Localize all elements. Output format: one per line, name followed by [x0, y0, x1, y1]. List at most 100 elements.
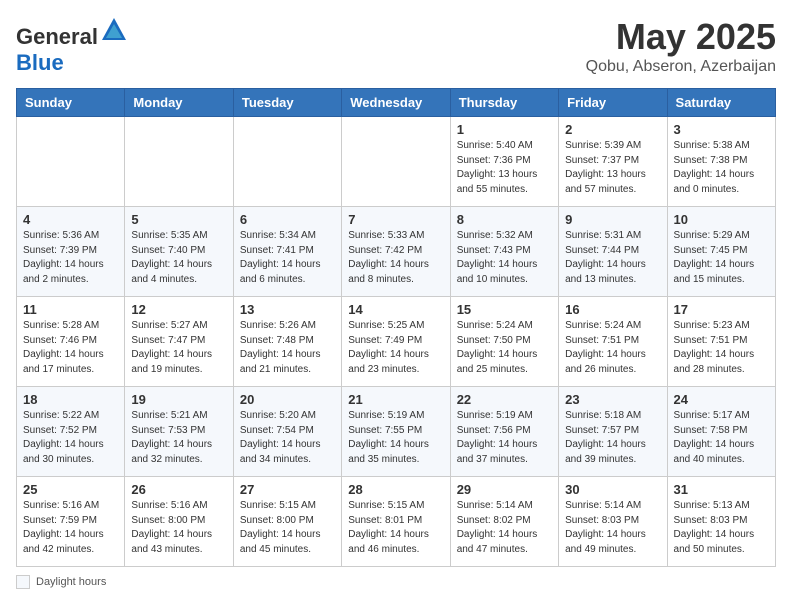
day-cell: 8Sunrise: 5:32 AM Sunset: 7:43 PM Daylig…: [450, 207, 558, 297]
day-cell: 4 Sunrise: 5:36 AM Sunset: 7:39 PM Daylig…: [17, 207, 125, 297]
day-cell: 21 Sunrise: 5:19 AM Sunset: 7:55 PM Dayli…: [342, 387, 450, 477]
day-number: 25: [23, 482, 118, 497]
header-cell-tuesday: Tuesday: [233, 89, 341, 117]
day-cell: [125, 117, 233, 207]
week-row-2: 4 Sunrise: 5:36 AM Sunset: 7:39 PM Daylig…: [17, 207, 776, 297]
day-cell: 7Sunrise: 5:33 AM Sunset: 7:42 PM Daylig…: [342, 207, 450, 297]
week-row-4: 18 Sunrise: 5:22 AM Sunset: 7:52 PM Dayli…: [17, 387, 776, 477]
day-info: Sunrise: 5:16 AM Sunset: 8:00 PM Dayligh…: [131, 499, 226, 557]
day-cell: 5 Sunrise: 5:35 AM Sunset: 7:40 PM Daylig…: [125, 207, 233, 297]
day-number: 11: [23, 302, 118, 317]
day-info: Sunrise: 5:24 AM Sunset: 7:51 PM Dayligh…: [565, 319, 660, 377]
day-number: 24: [674, 392, 769, 407]
day-info: Sunrise: 5:29 AM Sunset: 7:45 PM Dayligh…: [674, 229, 769, 287]
day-info: Sunrise: 5:17 AM Sunset: 7:58 PM Dayligh…: [674, 409, 769, 467]
day-number: 23: [565, 392, 660, 407]
day-number: 6: [240, 212, 335, 227]
day-cell: 13 Sunrise: 5:26 AM Sunset: 7:48 PM Dayli…: [233, 297, 341, 387]
day-number: 21: [348, 392, 443, 407]
day-number: 15: [457, 302, 552, 317]
day-cell: 25 Sunrise: 5:16 AM Sunset: 7:59 PM Dayli…: [17, 477, 125, 567]
day-number: 18: [23, 392, 118, 407]
day-number: 22: [457, 392, 552, 407]
day-info: Sunrise: 5:14 AM Sunset: 8:03 PM Dayligh…: [565, 499, 660, 557]
header-cell-monday: Monday: [125, 89, 233, 117]
footer-note-label: Daylight hours: [36, 576, 106, 588]
week-row-3: 11 Sunrise: 5:28 AM Sunset: 7:46 PM Dayli…: [17, 297, 776, 387]
week-row-5: 25 Sunrise: 5:16 AM Sunset: 7:59 PM Dayli…: [17, 477, 776, 567]
day-cell: 15 Sunrise: 5:24 AM Sunset: 7:50 PM Dayli…: [450, 297, 558, 387]
day-number: 16: [565, 302, 660, 317]
day-cell: 22 Sunrise: 5:19 AM Sunset: 7:56 PM Dayli…: [450, 387, 558, 477]
header-cell-sunday: Sunday: [17, 89, 125, 117]
day-info: Sunrise: 5:28 AM Sunset: 7:46 PM Dayligh…: [23, 319, 118, 377]
day-info: Sunrise: 5:15 AM Sunset: 8:01 PM Dayligh…: [348, 499, 443, 557]
day-info: Sunrise: 5:26 AM Sunset: 7:48 PM Dayligh…: [240, 319, 335, 377]
location-title: Qobu, Abseron, Azerbaijan: [586, 58, 776, 76]
day-cell: 27 Sunrise: 5:15 AM Sunset: 8:00 PM Dayli…: [233, 477, 341, 567]
day-info: Sunrise: 5:25 AM Sunset: 7:49 PM Dayligh…: [348, 319, 443, 377]
header-cell-friday: Friday: [559, 89, 667, 117]
day-number: 27: [240, 482, 335, 497]
logo-general: General: [16, 24, 98, 49]
day-info: Sunrise: 5:23 AM Sunset: 7:51 PM Dayligh…: [674, 319, 769, 377]
day-cell: 1 Sunrise: 5:40 AM Sunset: 7:36 PM Daylig…: [450, 117, 558, 207]
day-cell: 20Sunrise: 5:20 AM Sunset: 7:54 PM Dayli…: [233, 387, 341, 477]
day-cell: 24 Sunrise: 5:17 AM Sunset: 7:58 PM Dayli…: [667, 387, 775, 477]
day-cell: 19 Sunrise: 5:21 AM Sunset: 7:53 PM Dayli…: [125, 387, 233, 477]
day-number: 26: [131, 482, 226, 497]
day-info: Sunrise: 5:15 AM Sunset: 8:00 PM Dayligh…: [240, 499, 335, 557]
title-area: May 2025 Qobu, Abseron, Azerbaijan: [586, 16, 776, 76]
day-info: Sunrise: 5:21 AM Sunset: 7:53 PM Dayligh…: [131, 409, 226, 467]
day-cell: 2Sunrise: 5:39 AM Sunset: 7:37 PM Daylig…: [559, 117, 667, 207]
day-number: 4: [23, 212, 118, 227]
logo: General Blue: [16, 16, 128, 76]
day-info: Sunrise: 5:40 AM Sunset: 7:36 PM Dayligh…: [457, 139, 552, 197]
calendar-table: SundayMondayTuesdayWednesdayThursdayFrid…: [16, 88, 776, 567]
day-number: 10: [674, 212, 769, 227]
day-cell: 17 Sunrise: 5:23 AM Sunset: 7:51 PM Dayli…: [667, 297, 775, 387]
day-cell: 26 Sunrise: 5:16 AM Sunset: 8:00 PM Dayli…: [125, 477, 233, 567]
day-number: 9: [565, 212, 660, 227]
day-number: 31: [674, 482, 769, 497]
day-cell: 23 Sunrise: 5:18 AM Sunset: 7:57 PM Dayli…: [559, 387, 667, 477]
day-cell: [342, 117, 450, 207]
day-number: 5: [131, 212, 226, 227]
day-info: Sunrise: 5:24 AM Sunset: 7:50 PM Dayligh…: [457, 319, 552, 377]
day-info: Sunrise: 5:36 AM Sunset: 7:39 PM Dayligh…: [23, 229, 118, 287]
day-number: 17: [674, 302, 769, 317]
day-number: 19: [131, 392, 226, 407]
day-cell: 28 Sunrise: 5:15 AM Sunset: 8:01 PM Dayli…: [342, 477, 450, 567]
day-cell: 29 Sunrise: 5:14 AM Sunset: 8:02 PM Dayli…: [450, 477, 558, 567]
day-info: Sunrise: 5:22 AM Sunset: 7:52 PM Dayligh…: [23, 409, 118, 467]
day-info: Sunrise: 5:14 AM Sunset: 8:02 PM Dayligh…: [457, 499, 552, 557]
day-info: Sunrise: 5:39 AM Sunset: 7:37 PM Dayligh…: [565, 139, 660, 197]
day-number: 8: [457, 212, 552, 227]
day-number: 13: [240, 302, 335, 317]
day-cell: 6Sunrise: 5:34 AM Sunset: 7:41 PM Daylig…: [233, 207, 341, 297]
day-info: Sunrise: 5:18 AM Sunset: 7:57 PM Dayligh…: [565, 409, 660, 467]
day-number: 12: [131, 302, 226, 317]
footer-note-box: [16, 575, 30, 589]
day-cell: 10 Sunrise: 5:29 AM Sunset: 7:45 PM Dayli…: [667, 207, 775, 297]
day-info: Sunrise: 5:27 AM Sunset: 7:47 PM Dayligh…: [131, 319, 226, 377]
day-number: 30: [565, 482, 660, 497]
logo-blue: Blue: [16, 50, 64, 75]
month-title: May 2025: [586, 16, 776, 58]
header-cell-thursday: Thursday: [450, 89, 558, 117]
day-info: Sunrise: 5:19 AM Sunset: 7:56 PM Dayligh…: [457, 409, 552, 467]
day-info: Sunrise: 5:20 AM Sunset: 7:54 PM Dayligh…: [240, 409, 335, 467]
day-info: Sunrise: 5:33 AM Sunset: 7:42 PM Dayligh…: [348, 229, 443, 287]
day-number: 1: [457, 122, 552, 137]
day-info: Sunrise: 5:35 AM Sunset: 7:40 PM Dayligh…: [131, 229, 226, 287]
day-info: Sunrise: 5:19 AM Sunset: 7:55 PM Dayligh…: [348, 409, 443, 467]
footer-note: Daylight hours: [16, 575, 776, 589]
day-number: 29: [457, 482, 552, 497]
logo-text: General Blue: [16, 16, 128, 76]
day-cell: 30 Sunrise: 5:14 AM Sunset: 8:03 PM Dayli…: [559, 477, 667, 567]
day-cell: 12 Sunrise: 5:27 AM Sunset: 7:47 PM Dayli…: [125, 297, 233, 387]
day-number: 28: [348, 482, 443, 497]
day-info: Sunrise: 5:38 AM Sunset: 7:38 PM Dayligh…: [674, 139, 769, 197]
day-info: Sunrise: 5:16 AM Sunset: 7:59 PM Dayligh…: [23, 499, 118, 557]
day-cell: 11 Sunrise: 5:28 AM Sunset: 7:46 PM Dayli…: [17, 297, 125, 387]
